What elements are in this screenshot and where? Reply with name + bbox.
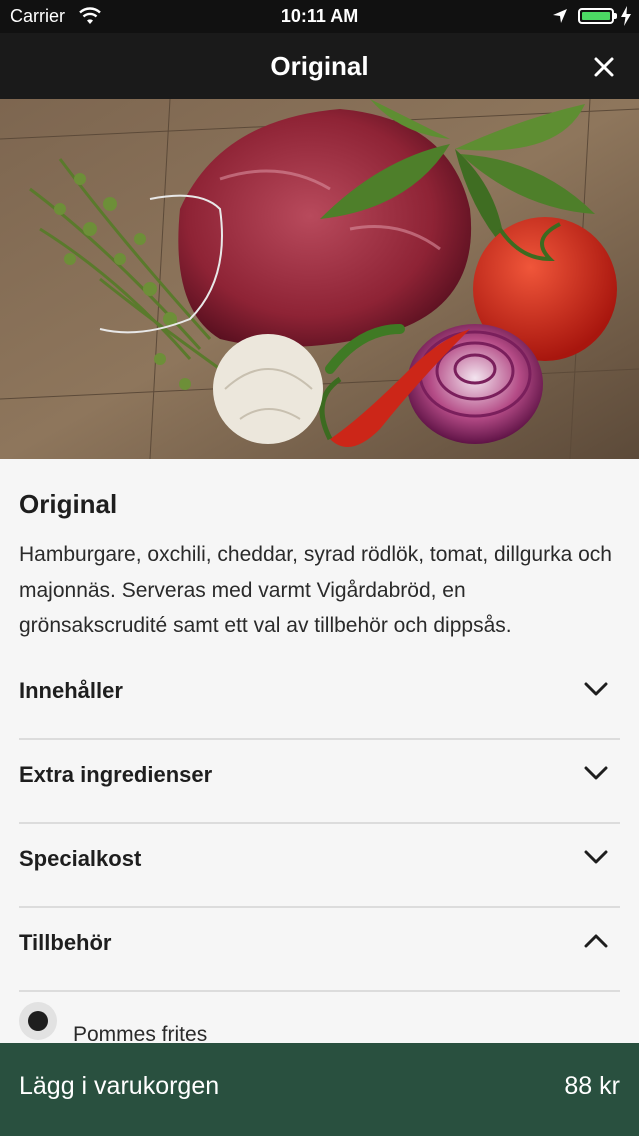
nav-bar: Original [0, 33, 639, 99]
chevron-up-icon [584, 932, 608, 950]
battery-icon [578, 8, 614, 24]
location-arrow-icon [552, 8, 568, 29]
dish-photo [0, 99, 639, 459]
section-specialkost[interactable]: Specialkost [19, 822, 620, 908]
chevron-down-icon [584, 680, 608, 698]
nav-title: Original [270, 51, 369, 81]
close-icon[interactable] [590, 53, 618, 81]
status-time: 10:11 AM [280, 6, 359, 26]
dish-description: Hamburgare, oxchili, cheddar, syrad rödl… [19, 543, 612, 637]
section-label: Extra ingredienser [19, 762, 213, 787]
section-label: Tillbehör [19, 930, 112, 955]
chevron-down-icon [584, 848, 608, 866]
section-tillbehor[interactable]: Tillbehör [19, 906, 620, 992]
section-extra-ingredienser[interactable]: Extra ingredienser [19, 738, 620, 824]
status-bar: Carrier 10:11 AM [0, 0, 639, 33]
accessory-option-pommes-frites[interactable]: Pommes frites [19, 985, 620, 1046]
section-label: Specialkost [19, 846, 142, 871]
add-to-cart-button[interactable]: Lägg i varukorgen 88 kr [0, 1043, 639, 1136]
add-to-cart-label: Lägg i varukorgen [19, 1072, 220, 1100]
charging-bolt-icon [620, 6, 632, 31]
price-label: 88 kr [564, 1072, 620, 1100]
radio-button-selected[interactable] [19, 1002, 57, 1040]
chevron-down-icon [584, 764, 608, 782]
section-innehaller[interactable]: Innehåller [19, 654, 620, 740]
battery-tip [614, 13, 617, 19]
dish-title: Original [19, 489, 118, 519]
section-label: Innehåller [19, 678, 123, 703]
